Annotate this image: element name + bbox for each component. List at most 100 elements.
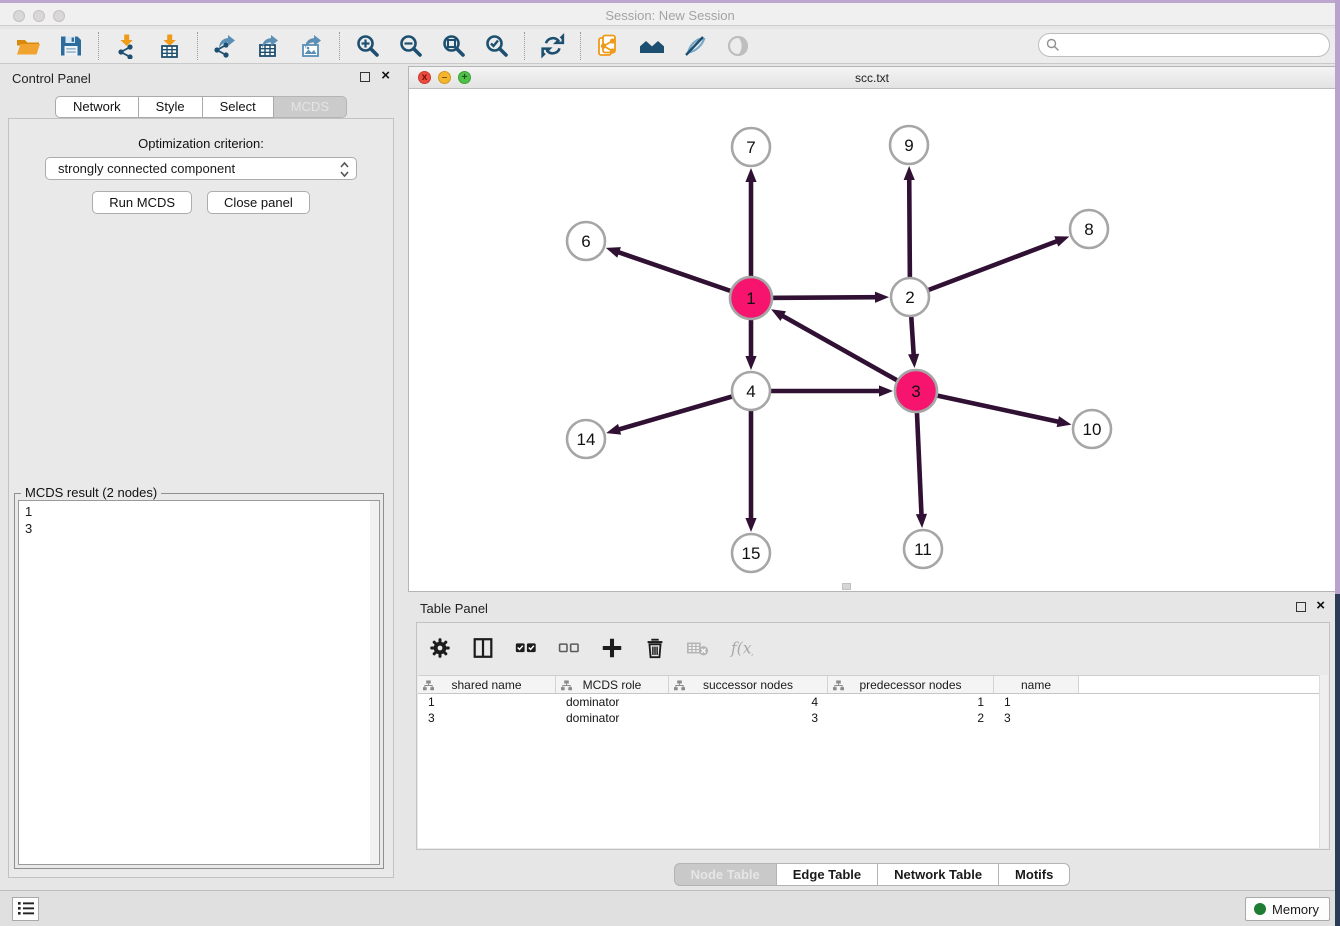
column-tree-icon [674,680,685,694]
arrowhead-icon [908,354,919,368]
tab-network[interactable]: Network [55,96,139,118]
gear-icon[interactable] [427,635,453,661]
table-cell[interactable]: 1 [828,694,994,710]
edge-2-8[interactable] [910,240,1059,297]
zoom-selected-icon[interactable] [483,33,510,60]
canvas-scroll-handle[interactable] [842,583,851,590]
mcds-result-group: MCDS result (2 nodes) 1 3 [14,493,384,869]
column-header-shared-name[interactable]: shared name [418,676,556,693]
app-titlebar: Session: New Session [0,0,1340,26]
tab-edge-table[interactable]: Edge Table [777,863,878,886]
select-all-icon[interactable] [513,635,539,661]
edge-4-14[interactable] [617,391,751,430]
search-box [1038,33,1330,57]
table-row[interactable]: 1dominator411 [418,694,1319,710]
column-header-predecessor-nodes[interactable]: predecessor nodes [828,676,994,693]
export-table-icon[interactable] [255,33,282,60]
import-network-icon[interactable] [113,33,140,60]
open-folder-icon[interactable] [14,33,41,60]
close-panel-icon[interactable]: × [381,67,390,84]
save-icon[interactable] [57,33,84,60]
node-label-3: 3 [911,382,920,401]
homes-icon[interactable] [638,33,665,60]
delete-table-icon[interactable] [685,635,711,661]
column-header-successor-nodes[interactable]: successor nodes [669,676,828,693]
table-cell[interactable]: 3 [669,710,828,726]
tab-node-table[interactable]: Node Table [674,863,777,886]
network-view-window: x – + scc.txt 7968124314101511 [408,66,1336,592]
vizmapper-icon[interactable] [681,33,708,60]
zoom-fit-icon[interactable] [440,33,467,60]
table-cell[interactable]: 2 [828,710,994,726]
node-table-container: f(x) shared nameMCDS rolesuccessor nodes… [416,622,1330,850]
control-panel-title: Control Panel [12,71,91,86]
add-row-icon[interactable] [599,635,625,661]
tab-motifs[interactable]: Motifs [999,863,1070,886]
refresh-layout-icon[interactable] [539,33,566,60]
mcds-result-textarea[interactable]: 1 3 [18,500,380,865]
columns-icon[interactable] [470,635,496,661]
zoom-in-icon[interactable] [354,33,381,60]
node-label-9: 9 [904,136,913,155]
table-panel: Table Panel × f(x) shared nameMCDS roles… [408,594,1336,890]
table-cell[interactable]: 1 [994,694,1079,710]
tab-style[interactable]: Style [139,96,203,118]
chevron-updown-icon [339,160,350,182]
float-panel-icon[interactable] [360,72,370,82]
column-header-MCDS-role[interactable]: MCDS role [556,676,669,693]
arrowhead-icon [745,518,756,532]
table-scrollbar[interactable] [1319,675,1328,848]
clone-network-icon[interactable] [595,33,622,60]
optimization-criterion-label: Optimization criterion: [9,136,393,151]
result-scrollbar[interactable] [370,501,379,864]
node-label-6: 6 [581,232,590,251]
network-canvas[interactable]: 7968124314101511 [409,89,1335,591]
task-history-button[interactable] [12,897,39,921]
close-panel-button[interactable]: Close panel [207,191,310,214]
tab-mcds[interactable]: MCDS [274,96,347,118]
export-network-icon[interactable] [212,33,239,60]
status-bar: Memory [0,890,1340,926]
eye-icon[interactable] [724,33,751,60]
export-image-icon[interactable] [298,33,325,60]
arrowhead-icon [606,424,621,435]
deselect-all-icon[interactable] [556,635,582,661]
criterion-dropdown[interactable]: strongly connected component [45,157,357,180]
mcds-panel: Optimization criterion: strongly connect… [8,118,394,878]
arrowhead-icon [904,166,915,180]
table-cell[interactable]: 4 [669,694,828,710]
column-header-name[interactable]: name [994,676,1079,693]
delete-row-icon[interactable] [642,635,668,661]
table-cell[interactable]: dominator [556,710,669,726]
network-title: scc.txt [409,71,1335,85]
arrowhead-icon [879,385,893,396]
tab-select[interactable]: Select [203,96,274,118]
table-cell[interactable]: 1 [418,694,556,710]
table-cell[interactable]: 3 [994,710,1079,726]
edge-3-1[interactable] [781,315,916,391]
table-row[interactable]: 3dominator323 [418,710,1319,726]
close-table-panel-icon[interactable]: × [1316,597,1325,614]
window-edge-top [1335,0,1340,594]
node-label-8: 8 [1084,220,1093,239]
arrowhead-icon [916,514,927,528]
column-label: name [1021,678,1051,692]
arrowhead-icon [745,356,756,370]
function-icon[interactable]: f(x) [728,635,754,661]
node-table[interactable]: shared nameMCDS rolesuccessor nodesprede… [418,675,1319,848]
import-table-icon[interactable] [156,33,183,60]
search-input[interactable] [1038,33,1330,57]
column-tree-icon [561,680,572,694]
float-table-panel-icon[interactable] [1296,602,1306,612]
node-label-4: 4 [746,382,755,401]
table-cell[interactable]: dominator [556,694,669,710]
table-cell[interactable]: 3 [418,710,556,726]
column-tree-icon [423,680,434,694]
arrowhead-icon [606,247,621,258]
network-window-titlebar[interactable]: x – + scc.txt [409,67,1335,89]
node-label-10: 10 [1083,420,1102,439]
memory-button[interactable]: Memory [1245,897,1330,921]
tab-network-table[interactable]: Network Table [878,863,999,886]
run-mcds-button[interactable]: Run MCDS [92,191,192,214]
zoom-out-icon[interactable] [397,33,424,60]
